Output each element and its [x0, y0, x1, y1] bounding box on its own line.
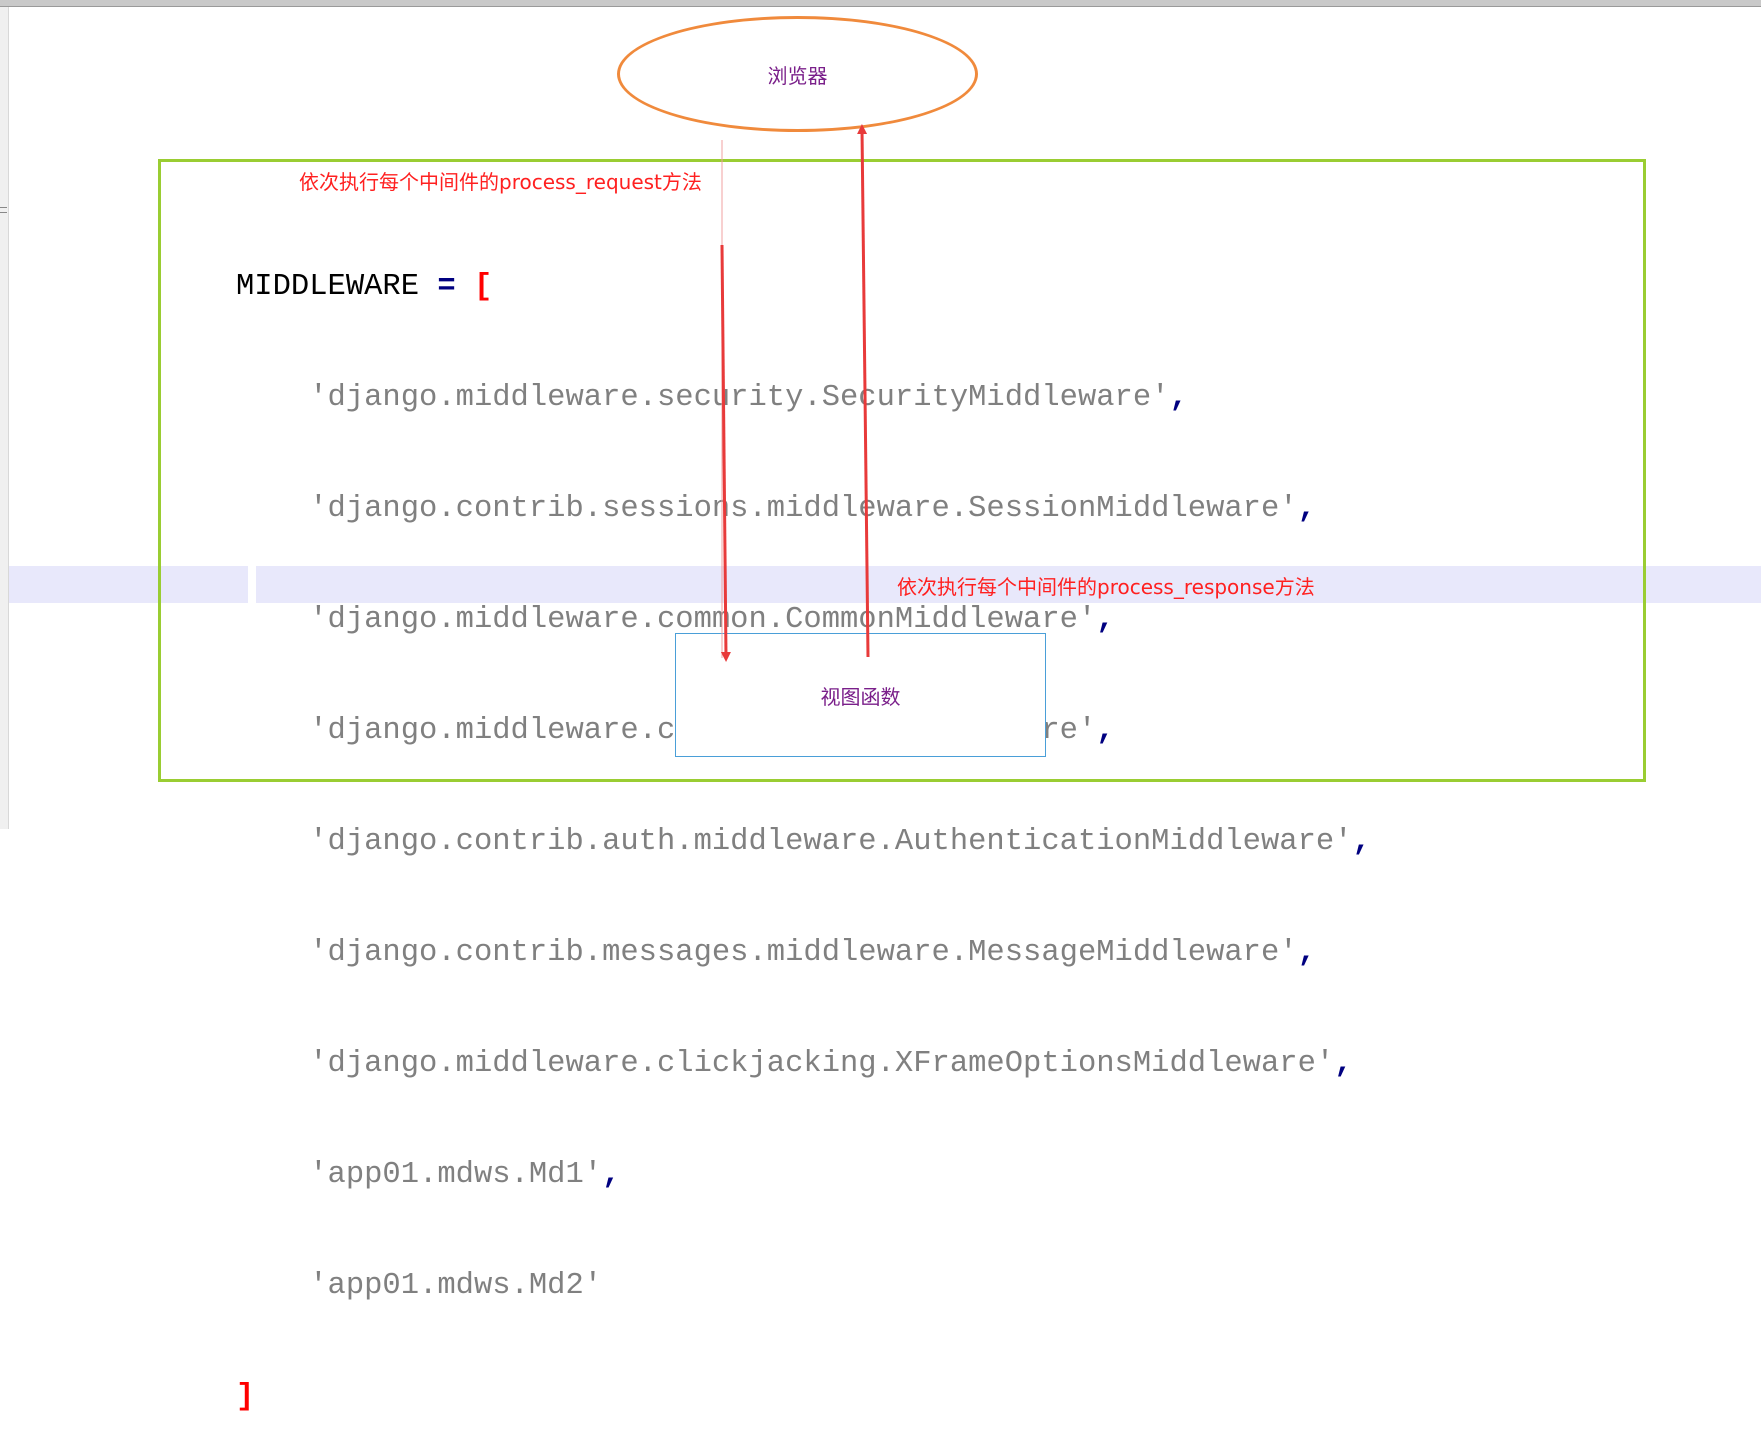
- assign-operator: =: [419, 270, 474, 304]
- code-line: 'django.contrib.auth.middleware.Authenti…: [236, 824, 1371, 861]
- code-line: 'django.contrib.sessions.middleware.Sess…: [236, 491, 1371, 528]
- entry-comma: ,: [1352, 825, 1371, 859]
- middleware-entry: 'django.middleware.security.SecurityMidd…: [309, 381, 1170, 415]
- entry-comma: ,: [1096, 603, 1115, 637]
- entry-comma: ,: [1297, 492, 1316, 526]
- middleware-entry: 'django.contrib.messages.middleware.Mess…: [309, 936, 1298, 970]
- code-line: 'django.contrib.messages.middleware.Mess…: [236, 935, 1371, 972]
- editor-tab-bar: [0, 0, 1761, 7]
- middleware-entry: 'django.contrib.sessions.middleware.Sess…: [309, 492, 1298, 526]
- browser-label: 浏览器: [767, 63, 828, 88]
- code-line-footer: ]: [236, 1379, 1371, 1416]
- open-bracket: [: [473, 270, 493, 304]
- middleware-identifier: MIDDLEWARE: [236, 270, 420, 304]
- browser-node: 浏览器: [617, 16, 978, 132]
- view-function-label: 视图函数: [820, 684, 901, 709]
- close-bracket: ]: [236, 1380, 255, 1414]
- entry-comma: ,: [1169, 381, 1188, 415]
- middleware-entry: 'django.middleware.clickjacking.XFrameOp…: [309, 1047, 1335, 1081]
- fold-marker[interactable]: [0, 207, 7, 208]
- code-line: 'app01.mdws.Md1',: [236, 1157, 1371, 1194]
- code-line: 'app01.mdws.Md2': [236, 1268, 1371, 1305]
- process-response-annotation: 依次执行每个中间件的process_response方法: [897, 575, 1315, 599]
- entry-comma: ,: [1096, 714, 1115, 748]
- code-line: 'django.middleware.clickjacking.XFrameOp…: [236, 1046, 1371, 1083]
- entry-comma: ,: [1334, 1047, 1353, 1081]
- fold-marker[interactable]: [0, 212, 7, 213]
- code-line-header: MIDDLEWARE = [: [236, 269, 1371, 306]
- middleware-entry: 'app01.mdws.Md2': [309, 1269, 603, 1303]
- entry-comma: ,: [1297, 936, 1316, 970]
- process-request-annotation: 依次执行每个中间件的process_request方法: [299, 170, 702, 194]
- view-function-node: 视图函数: [675, 633, 1046, 757]
- editor-gutter: [0, 7, 9, 829]
- middleware-entry: 'django.contrib.auth.middleware.Authenti…: [309, 825, 1353, 859]
- middleware-entry: 'django.middleware.common.CommonMiddlewa…: [309, 603, 1097, 637]
- entry-comma: ,: [602, 1158, 621, 1192]
- middleware-code-block: MIDDLEWARE = [ 'django.middleware.securi…: [236, 195, 1371, 1453]
- middleware-entry: 'app01.mdws.Md1': [309, 1158, 603, 1192]
- code-line: 'django.middleware.security.SecurityMidd…: [236, 380, 1371, 417]
